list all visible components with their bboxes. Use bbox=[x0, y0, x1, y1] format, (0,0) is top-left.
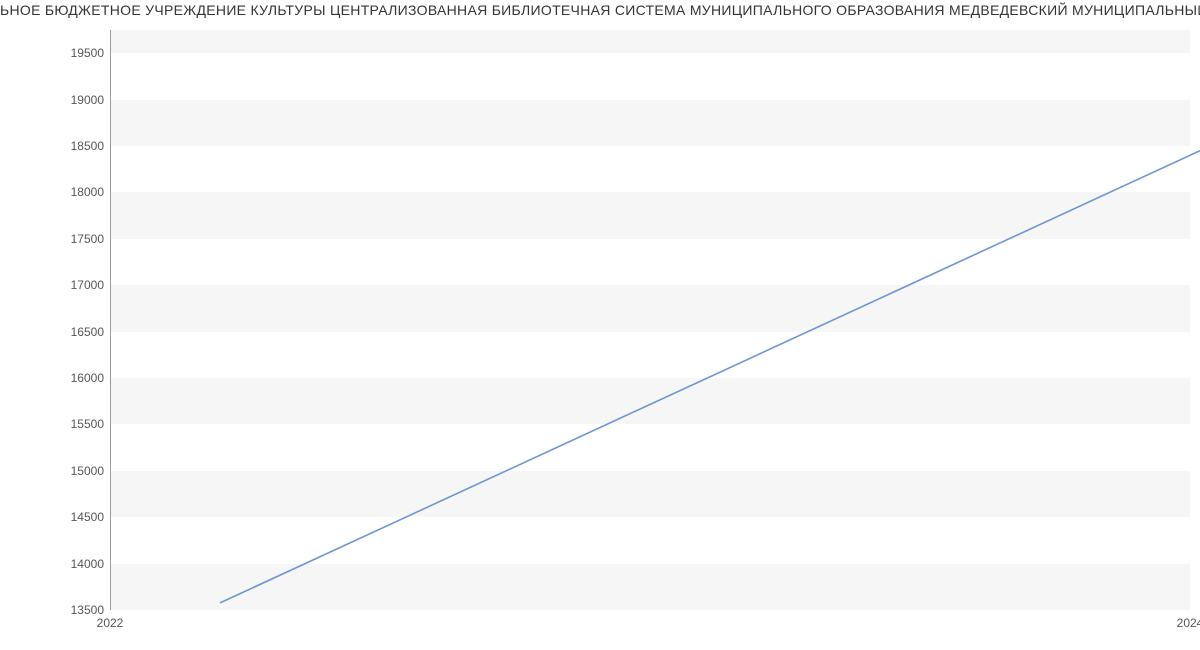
y-axis-line bbox=[110, 30, 111, 610]
plot-area bbox=[110, 30, 1190, 610]
y-tick-label: 16500 bbox=[54, 325, 104, 339]
y-tick-label: 17500 bbox=[54, 232, 104, 246]
y-tick-label: 14500 bbox=[54, 510, 104, 524]
y-tick-label: 15500 bbox=[54, 417, 104, 431]
y-tick-label: 13500 bbox=[54, 603, 104, 617]
chart-title: ЬНОЕ БЮДЖЕТНОЕ УЧРЕЖДЕНИЕ КУЛЬТУРЫ ЦЕНТР… bbox=[0, 2, 1200, 18]
y-tick-label: 19000 bbox=[54, 93, 104, 107]
chart-container: ЬНОЕ БЮДЖЕТНОЕ УЧРЕЖДЕНИЕ КУЛЬТУРЫ ЦЕНТР… bbox=[0, 0, 1200, 650]
line-series bbox=[220, 60, 1200, 640]
y-tick-label: 14000 bbox=[54, 557, 104, 571]
y-tick-label: 18000 bbox=[54, 185, 104, 199]
y-tick-label: 19500 bbox=[54, 46, 104, 60]
x-tick-label: 2022 bbox=[97, 616, 124, 630]
y-tick-label: 18500 bbox=[54, 139, 104, 153]
y-tick-label: 17000 bbox=[54, 278, 104, 292]
y-tick-label: 15000 bbox=[54, 464, 104, 478]
y-tick-label: 16000 bbox=[54, 371, 104, 385]
x-tick-label: 2024 bbox=[1177, 616, 1200, 630]
